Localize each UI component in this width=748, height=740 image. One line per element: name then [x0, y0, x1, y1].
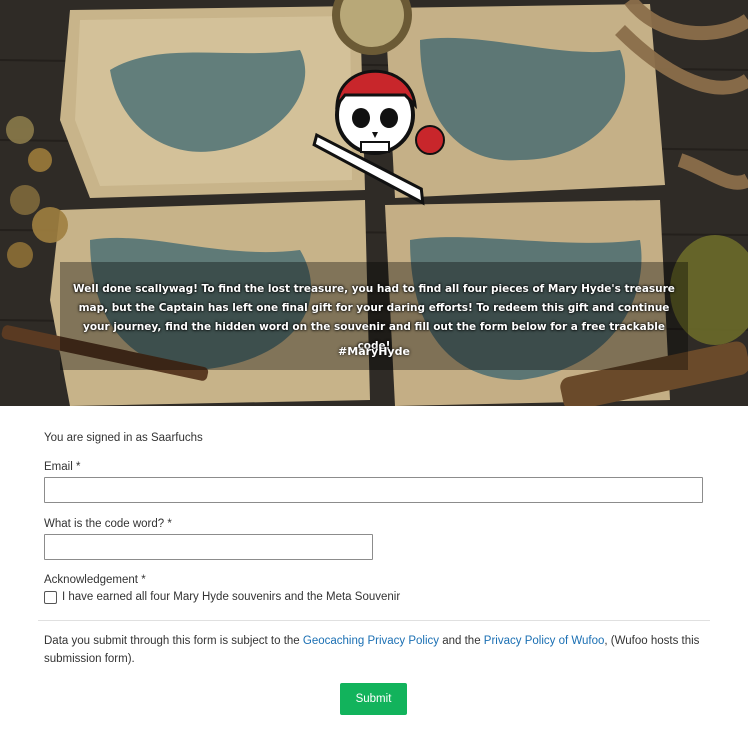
divider [38, 620, 710, 621]
email-field[interactable] [44, 477, 703, 503]
submit-button[interactable]: Submit [340, 683, 407, 715]
hero-banner: Well done scallywag! To find the lost tr… [0, 0, 748, 406]
acknowledgement-checkbox[interactable] [44, 591, 57, 604]
wufoo-privacy-link[interactable]: Privacy Policy of Wufoo [484, 635, 605, 647]
code-word-field[interactable] [44, 534, 373, 560]
privacy-text-2: and the [439, 635, 484, 647]
acknowledgement-label-text: Acknowledgement [44, 574, 138, 586]
signed-in-status: You are signed in as Saarfuchs [44, 432, 203, 444]
required-marker: * [141, 574, 146, 586]
map-piece-top-left [60, 6, 365, 198]
hero-hashtag: #MaryHyde [338, 345, 410, 358]
code-word-label: What is the code word? * [44, 518, 172, 530]
required-marker: * [75, 461, 81, 473]
privacy-notice: Data you submit through this form is sub… [44, 632, 714, 668]
acknowledgement-label: Acknowledgement * [44, 574, 146, 586]
redeem-form: You are signed in as Saarfuchs Email * W… [0, 406, 748, 740]
acknowledgement-checkbox-label[interactable]: I have earned all four Mary Hyde souveni… [62, 591, 400, 603]
privacy-text-1: Data you submit through this form is sub… [44, 635, 303, 647]
email-label: Email * [44, 461, 80, 473]
geocaching-privacy-link[interactable]: Geocaching Privacy Policy [303, 635, 439, 647]
required-marker: * [167, 518, 172, 530]
email-label-text: Email [44, 461, 73, 473]
code-word-label-text: What is the code word? [44, 518, 165, 530]
